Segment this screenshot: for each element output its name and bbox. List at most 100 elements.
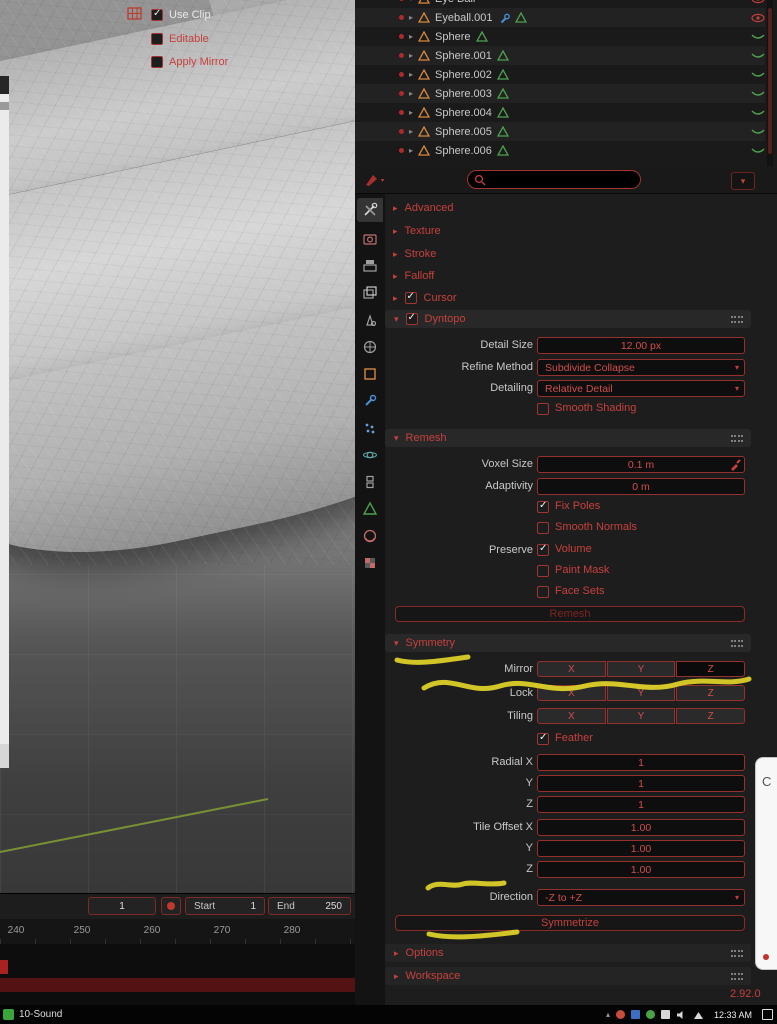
tab-particles[interactable] — [357, 416, 383, 440]
panel-symmetry-header[interactable]: ▾ Symmetry — [385, 634, 751, 652]
panel-dyntopo-header[interactable]: ▾ Dyntopo — [385, 310, 751, 328]
tab-render[interactable] — [357, 227, 383, 251]
expand-arrow-icon[interactable]: ▸ — [409, 146, 413, 155]
fix-poles-checkbox[interactable] — [537, 500, 549, 513]
foreground-window-edge[interactable]: C — [755, 757, 777, 970]
object-name[interactable]: Eye Ball — [435, 0, 475, 5]
panel-remesh-header[interactable]: ▾ Remesh — [385, 429, 751, 447]
remesh-button[interactable]: Remesh — [395, 606, 745, 622]
outliner-row[interactable]: ▸ Sphere.001 — [355, 46, 765, 65]
expand-arrow-icon[interactable]: ▸ — [409, 70, 413, 79]
tab-view-layer[interactable] — [357, 281, 383, 305]
expand-arrow-icon[interactable]: ▸ — [409, 13, 413, 22]
expand-arrow-icon[interactable]: ▸ — [409, 108, 413, 117]
feather-checkbox[interactable] — [537, 732, 549, 745]
panel-grip-icon[interactable] — [731, 973, 743, 980]
volume-checkbox[interactable] — [537, 543, 549, 556]
active-tool-icon[interactable] — [363, 171, 387, 189]
outliner[interactable]: ▾ Eye Ball ▸ Eyeball.001 ▸ Sphere — [355, 0, 777, 166]
panel-cursor[interactable]: ▸ Cursor — [393, 291, 457, 305]
tile-offset-y-field[interactable]: 1.00 — [537, 840, 745, 857]
object-name[interactable]: Sphere — [435, 31, 470, 43]
tab-output[interactable] — [357, 254, 383, 278]
timeline-ruler[interactable]: 240 250 260 270 280 — [0, 919, 355, 944]
eye-hidden-icon[interactable] — [751, 90, 765, 98]
lock-y-button[interactable]: Y — [606, 685, 676, 701]
expand-arrow-icon[interactable]: ▸ — [409, 51, 413, 60]
tab-tool[interactable] — [357, 198, 383, 222]
outliner-row[interactable]: ▸ Sphere.005 — [355, 122, 765, 141]
paint-mask-checkbox[interactable] — [537, 565, 549, 577]
speaker-icon[interactable] — [676, 1010, 687, 1020]
mirror-z-button[interactable]: Z — [676, 661, 746, 677]
dyntopo-checkbox[interactable] — [405, 312, 418, 325]
object-name[interactable]: Sphere.003 — [435, 88, 492, 100]
properties-search[interactable] — [467, 170, 641, 189]
object-name[interactable]: Sphere.002 — [435, 69, 492, 81]
tray-icon-blue[interactable] — [630, 1010, 640, 1019]
frame-start-field[interactable]: Start 1 — [185, 897, 265, 915]
object-name[interactable]: Sphere.005 — [435, 126, 492, 138]
adaptivity-field[interactable]: 0 m — [537, 478, 745, 495]
tab-physics[interactable] — [357, 443, 383, 467]
panel-advanced[interactable]: ▸ Advanced — [393, 201, 453, 215]
face-sets-checkbox[interactable] — [537, 586, 549, 598]
eye-visible-icon[interactable] — [751, 13, 765, 23]
outliner-row[interactable]: ▾ Eye Ball — [355, 0, 765, 8]
tab-texture[interactable] — [357, 551, 383, 575]
outliner-row[interactable]: ▸ Sphere.003 — [355, 84, 765, 103]
direction-dropdown[interactable]: -Z to +Z ▾ — [537, 889, 745, 906]
tab-object-data[interactable] — [357, 497, 383, 521]
symmetrize-button[interactable]: Symmetrize — [395, 915, 745, 931]
eyedropper-icon[interactable] — [729, 459, 741, 471]
eye-hidden-icon[interactable] — [751, 128, 765, 136]
eye-hidden-icon[interactable] — [751, 71, 765, 79]
radial-x-field[interactable]: 1 — [537, 754, 745, 771]
cursor-checkbox[interactable] — [404, 291, 417, 304]
tray-icon-red[interactable] — [615, 1010, 625, 1019]
radial-y-field[interactable]: 1 — [537, 775, 745, 792]
tile-offset-z-field[interactable]: 1.00 — [537, 861, 745, 878]
panel-grip-icon[interactable] — [731, 950, 743, 957]
outliner-row[interactable]: ▸ Eyeball.001 — [355, 8, 765, 27]
tab-object[interactable] — [357, 362, 383, 386]
lock-z-button[interactable]: Z — [676, 685, 746, 701]
tray-expand-icon[interactable]: ▴ — [606, 1010, 610, 1019]
panel-stroke[interactable]: ▸ Stroke — [393, 247, 436, 261]
eye-hidden-icon[interactable] — [751, 147, 765, 155]
action-center-icon[interactable] — [762, 1009, 773, 1020]
mirror-grid-icon[interactable] — [127, 7, 142, 20]
eye-visible-icon[interactable] — [751, 0, 765, 4]
expand-arrow-icon[interactable]: ▾ — [409, 0, 413, 3]
panel-grip-icon[interactable] — [731, 435, 743, 442]
tab-constraints[interactable] — [357, 470, 383, 494]
use-clip-row[interactable]: Use Clip — [151, 8, 211, 21]
current-frame-field[interactable]: 1 — [88, 897, 156, 915]
network-icon[interactable] — [693, 1010, 704, 1020]
use-clip-checkbox[interactable] — [151, 8, 163, 21]
radial-z-field[interactable]: 1 — [537, 796, 745, 813]
outliner-row[interactable]: ▸ Sphere — [355, 27, 765, 46]
tab-scene[interactable] — [357, 308, 383, 332]
editable-row[interactable]: Editable — [151, 33, 209, 45]
expand-arrow-icon[interactable]: ▸ — [409, 127, 413, 136]
editable-checkbox[interactable] — [151, 33, 163, 45]
eye-hidden-icon[interactable] — [751, 33, 765, 41]
voxel-size-field[interactable]: 0.1 m — [537, 456, 745, 473]
panel-workspace-header[interactable]: ▸ Workspace — [385, 967, 751, 985]
panel-texture[interactable]: ▸ Texture — [393, 224, 441, 238]
outliner-row[interactable]: ▸ Sphere.002 — [355, 65, 765, 84]
auto-key-button[interactable] — [161, 897, 181, 915]
smooth-shading-checkbox[interactable] — [537, 403, 549, 415]
panel-falloff[interactable]: ▸ Falloff — [393, 269, 434, 283]
clock[interactable]: 12:33 AM — [714, 1010, 752, 1020]
tab-modifiers[interactable] — [357, 389, 383, 413]
expand-arrow-icon[interactable]: ▸ — [409, 32, 413, 41]
object-name[interactable]: Eyeball.001 — [435, 12, 493, 24]
search-input[interactable] — [486, 173, 620, 186]
mirror-y-button[interactable]: Y — [606, 661, 676, 677]
panel-grip-icon[interactable] — [731, 640, 743, 647]
object-name[interactable]: Sphere.001 — [435, 50, 492, 62]
smooth-normals-checkbox[interactable] — [537, 522, 549, 534]
apply-mirror-row[interactable]: Apply Mirror — [151, 56, 228, 68]
